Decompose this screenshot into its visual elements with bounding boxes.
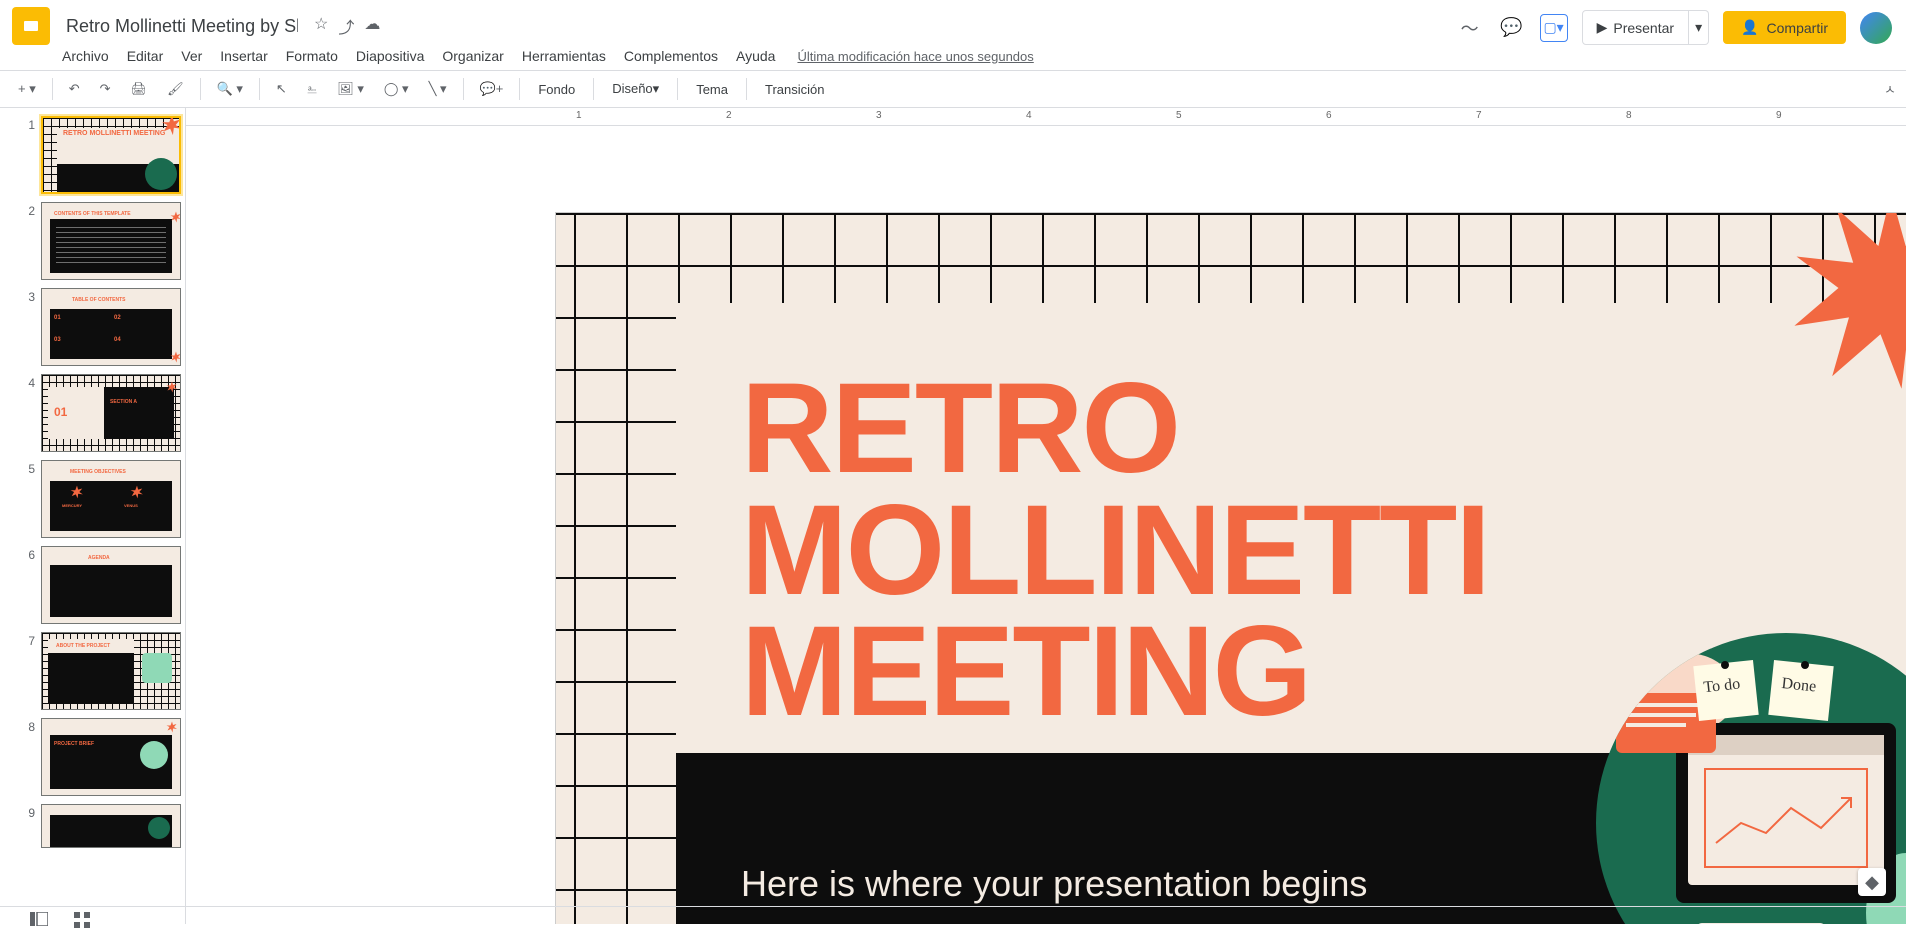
slide-thumb-6[interactable]: AGENDA [41, 546, 181, 624]
thumb-number: 3 [21, 290, 35, 304]
image-tool[interactable]: 🖼 ▾ [329, 75, 372, 103]
slide-thumb-2[interactable]: CONTENTS OF THIS TEMPLATE [41, 202, 181, 280]
theme-button[interactable]: Tema [686, 76, 738, 103]
slides-logo[interactable] [12, 7, 50, 45]
thumb-number: 8 [21, 720, 35, 734]
move-icon[interactable]: ⤴ [338, 14, 354, 38]
slide-title: RETRO MOLLINETTI MEETING [741, 368, 1489, 733]
slide-thumb-9[interactable] [41, 804, 181, 848]
thumb-number: 2 [21, 204, 35, 218]
last-modification[interactable]: Última modificación hace unos segundos [797, 49, 1033, 64]
thumb-title: SECTION A [110, 399, 137, 405]
canvas-area[interactable]: 1 2 3 4 5 6 7 8 9 RETRO MOLLINETTI MEETI… [186, 108, 1906, 924]
menu-ayuda[interactable]: Ayuda [728, 44, 783, 68]
menu-herramientas[interactable]: Herramientas [514, 44, 614, 68]
slide-subtitle: Here is where your presentation begins [741, 863, 1367, 905]
thumb-number: 7 [21, 634, 35, 648]
present-button[interactable]: ▶ Presentar [1582, 10, 1689, 45]
thumb-number: 4 [21, 376, 35, 390]
shape-tool[interactable]: ◯ ▾ [376, 75, 417, 103]
thumb-title: CONTENTS OF THIS TEMPLATE [54, 211, 131, 217]
thumb-title: AGENDA [88, 555, 110, 561]
background-button[interactable]: Fondo [528, 76, 585, 103]
print-button[interactable]: 🖨 [123, 75, 156, 103]
thumb-sub: VENUS [124, 503, 138, 508]
select-tool[interactable]: ↖ [268, 75, 295, 103]
thumb-number: 5 [21, 462, 35, 476]
thumb-title: RETRO MOLLINETTI MEETING [63, 130, 165, 137]
star-icon[interactable]: ☆ [314, 14, 328, 38]
slide-thumb-4[interactable]: 01 SECTION A [41, 374, 181, 452]
grid-view-button[interactable] [74, 912, 94, 932]
menu-diapositiva[interactable]: Diapositiva [348, 44, 432, 68]
title-line-1: RETRO [741, 368, 1489, 490]
toolbar: + ▾ ↶ ↷ 🖨 🖌 🔍 ▾ ↖ ⎁ 🖼 ▾ ◯ ▾ ╲ ▾ 💬+ Fondo… [0, 70, 1906, 108]
share-button[interactable]: 👤 Compartir [1723, 11, 1846, 44]
menu-insertar[interactable]: Insertar [212, 44, 275, 68]
document-title[interactable] [60, 14, 304, 39]
thumb-number: 9 [21, 806, 35, 820]
explore-button[interactable]: ◆ [1858, 868, 1886, 896]
layout-button[interactable]: Diseño▾ [602, 75, 669, 103]
present-dropdown[interactable]: ▾ [1689, 10, 1709, 45]
paint-format-button[interactable]: 🖌 [159, 75, 192, 103]
menu-ver[interactable]: Ver [173, 44, 210, 68]
menu-complementos[interactable]: Complementos [616, 44, 726, 68]
comments-icon[interactable]: 💬 [1498, 14, 1526, 42]
thumb-number: 1 [21, 118, 35, 132]
slide-thumb-1[interactable]: RETRO MOLLINETTI MEETING [41, 116, 181, 194]
share-label: Compartir [1767, 20, 1828, 36]
title-line-2: MOLLINETTI [741, 490, 1489, 612]
menu-formato[interactable]: Formato [278, 44, 346, 68]
thumb-title: ABOUT THE PROJECT [56, 643, 110, 649]
footer-bar [0, 906, 1906, 936]
thumb-sub: MERCURY [62, 503, 82, 508]
slide-thumb-5[interactable]: MEETING OBJECTIVES MERCURY VENUS [41, 460, 181, 538]
transition-button[interactable]: Transición [755, 76, 834, 103]
thumb-num: 01 [54, 405, 67, 419]
slide-thumb-7[interactable]: ABOUT THE PROJECT [41, 632, 181, 710]
cloud-icon[interactable]: ☁ [364, 14, 380, 38]
present-label: Presentar [1613, 20, 1674, 36]
slide-canvas[interactable]: RETRO MOLLINETTI MEETING Here is where y… [556, 213, 1906, 924]
comment-button[interactable]: 💬+ [472, 75, 512, 103]
meet-icon[interactable]: ▢▾ [1540, 14, 1568, 42]
activity-icon[interactable]: 〜 [1456, 14, 1484, 42]
menu-bar: Archivo Editar Ver Insertar Formato Diap… [0, 42, 1906, 70]
menu-organizar[interactable]: Organizar [434, 44, 511, 68]
new-slide-button[interactable]: + ▾ [10, 75, 44, 103]
thumb-number: 6 [21, 548, 35, 562]
account-avatar[interactable] [1860, 12, 1892, 44]
thumb-title: MEETING OBJECTIVES [70, 469, 126, 475]
thumb-title: TABLE OF CONTENTS [72, 297, 126, 303]
menu-archivo[interactable]: Archivo [54, 44, 117, 68]
undo-button[interactable]: ↶ [61, 75, 88, 103]
line-tool[interactable]: ╲ ▾ [421, 75, 455, 103]
slide-thumb-3[interactable]: TABLE OF CONTENTS 01 02 03 04 [41, 288, 181, 366]
thumb-title: PROJECT BRIEF [54, 741, 94, 747]
filmstrip-view-button[interactable] [30, 912, 50, 932]
title-line-3: MEETING [741, 611, 1489, 733]
collapse-toolbar[interactable]: ㅅ [1884, 79, 1896, 98]
starburst-icon [1786, 213, 1906, 393]
textbox-tool[interactable]: ⎁ [299, 75, 325, 103]
redo-button[interactable]: ↷ [92, 75, 119, 103]
slide-thumbnails-panel: 1 RETRO MOLLINETTI MEETING 2 CONTENTS OF… [0, 108, 186, 924]
horizontal-ruler: 1 2 3 4 5 6 7 8 9 [186, 108, 1906, 126]
slide-thumb-8[interactable]: PROJECT BRIEF [41, 718, 181, 796]
zoom-button[interactable]: 🔍 ▾ [209, 75, 251, 103]
menu-editar[interactable]: Editar [119, 44, 172, 68]
